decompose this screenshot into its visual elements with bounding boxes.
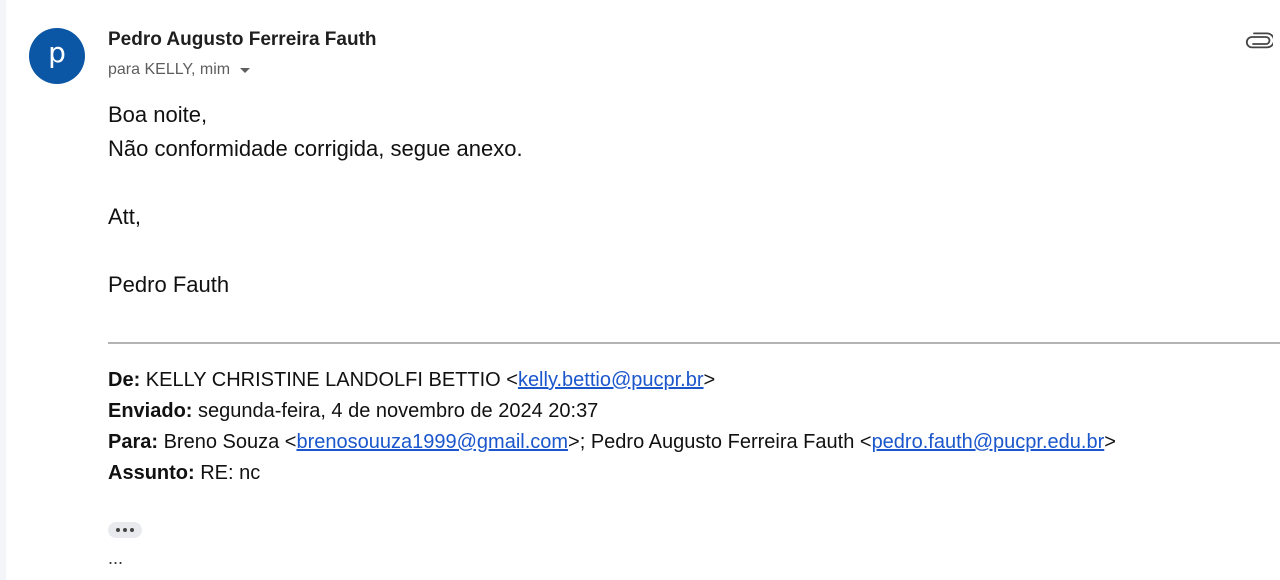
- to-separator: >; Pedro Augusto Ferreira Fauth <: [568, 431, 872, 453]
- sender-name[interactable]: Pedro Augusto Ferreira Fauth: [108, 29, 377, 51]
- ellipsis-icon: [116, 528, 120, 532]
- recipients-line: para KELLY, mim: [108, 60, 251, 80]
- from-name: KELLY CHRISTINE LANDOLFI BETTIO <: [145, 369, 518, 391]
- quoted-header: De: KELLY CHRISTINE LANDOLFI BETTIO <kel…: [108, 365, 1116, 489]
- quoted-from: De: KELLY CHRISTINE LANDOLFI BETTIO <kel…: [108, 365, 1116, 396]
- from-close: >: [703, 369, 716, 391]
- to-email-link-2[interactable]: pedro.fauth@pucpr.edu.br: [872, 431, 1105, 453]
- quoted-subject: Assunto: RE: nc: [108, 458, 1116, 489]
- from-label: De:: [108, 369, 141, 391]
- body-line: Boa noite,: [108, 102, 208, 127]
- ellipsis-icon: [123, 528, 127, 532]
- to-close: >: [1104, 431, 1116, 453]
- sent-label: Enviado:: [108, 400, 193, 422]
- left-edge-bar: [0, 0, 6, 580]
- body-line: [108, 234, 523, 268]
- to-label: Para:: [108, 431, 159, 453]
- paperclip-icon[interactable]: [1245, 30, 1275, 50]
- quote-divider: [108, 342, 1280, 344]
- trailing-ellipsis: ...: [108, 548, 124, 568]
- sent-value: segunda-feira, 4 de novembro de 2024 20:…: [198, 400, 599, 422]
- recipients-label: para KELLY, mim: [108, 61, 231, 78]
- to-email-link-1[interactable]: brenosouuza1999@gmail.com: [296, 431, 568, 453]
- ellipsis-icon: [130, 528, 134, 532]
- body-line: Pedro Fauth: [108, 272, 230, 297]
- message-body: Boa noite, Não conformidade corrigida, s…: [108, 98, 523, 302]
- body-line: Não conformidade corrigida, segue anexo.: [108, 136, 523, 161]
- subject-value: RE: nc: [200, 462, 261, 484]
- quoted-sent: Enviado: segunda-feira, 4 de novembro de…: [108, 396, 1116, 427]
- to-name-1: Breno Souza <: [163, 431, 297, 453]
- caret-down-icon[interactable]: [239, 62, 251, 80]
- subject-label: Assunto:: [108, 462, 195, 484]
- body-line: Att,: [108, 204, 142, 229]
- avatar-letter: p: [48, 36, 66, 69]
- sender-avatar[interactable]: p: [29, 28, 85, 84]
- show-trimmed-content-button[interactable]: [108, 522, 142, 538]
- quoted-to: Para: Breno Souza <brenosouuza1999@gmail…: [108, 427, 1116, 458]
- body-line: [108, 166, 523, 200]
- from-email-link[interactable]: kelly.bettio@pucpr.br: [518, 369, 704, 391]
